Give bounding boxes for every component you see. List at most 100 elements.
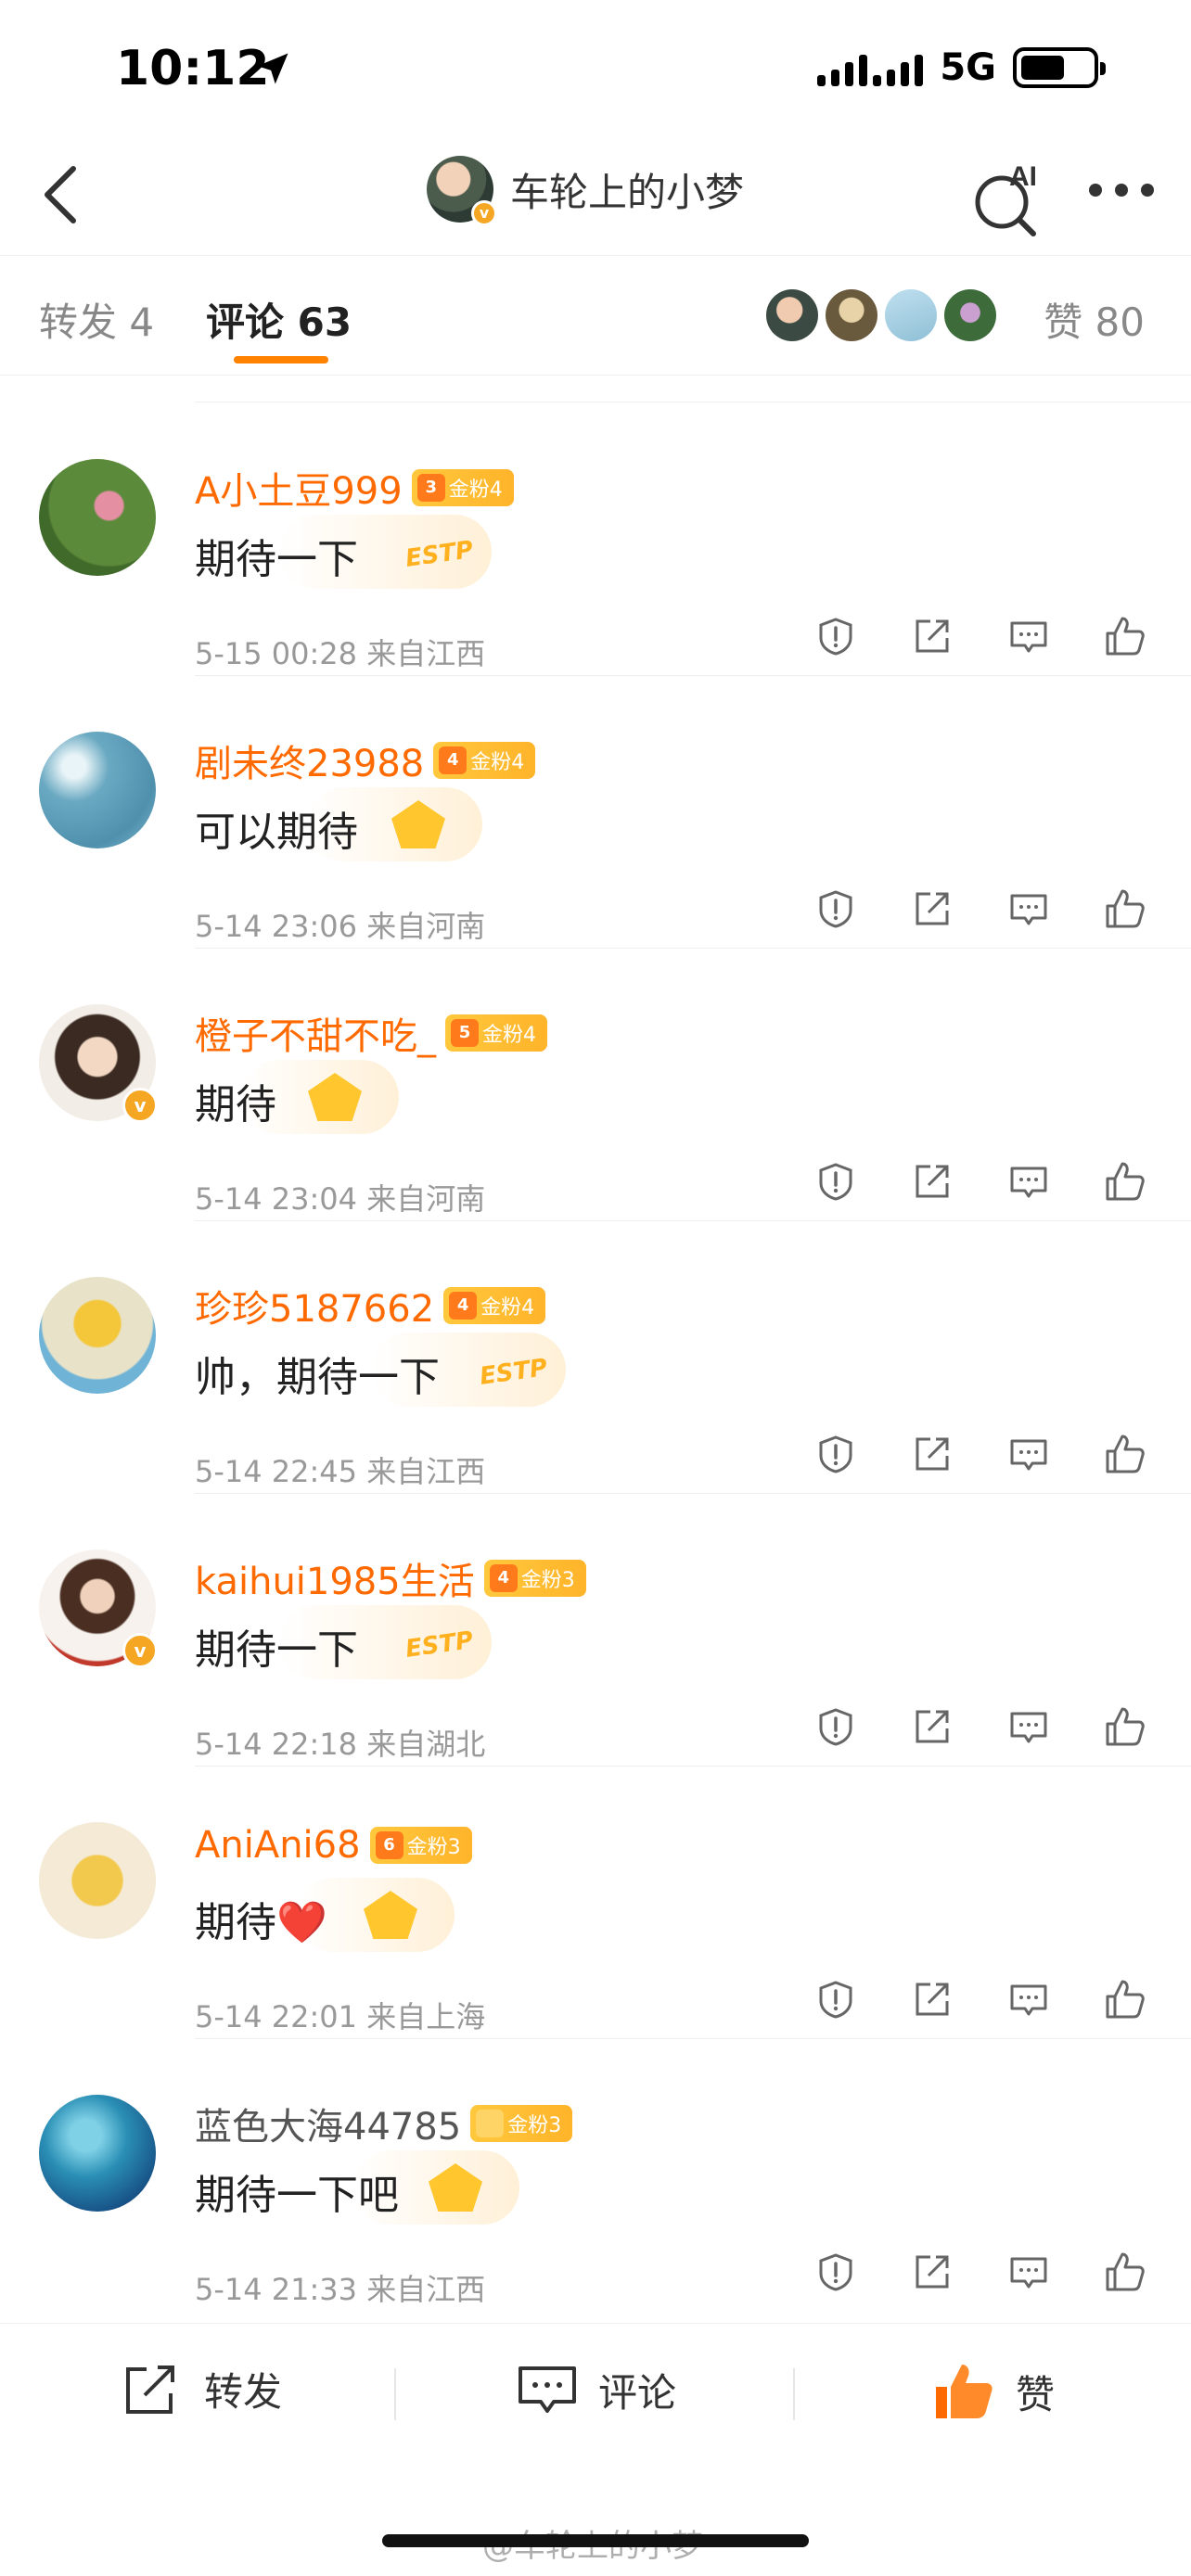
share-button[interactable] bbox=[911, 1433, 954, 1475]
report-icon bbox=[819, 890, 852, 928]
reply-button[interactable] bbox=[1007, 2251, 1050, 2293]
like-button[interactable] bbox=[1104, 1978, 1146, 2021]
comment-label: 评论 bbox=[598, 2369, 677, 2416]
gem-sticker-icon bbox=[429, 2163, 482, 2212]
comment-text[interactable]: 期待一下 bbox=[195, 526, 358, 585]
commenter-avatar[interactable] bbox=[39, 1822, 156, 1939]
reply-button[interactable] bbox=[1007, 887, 1050, 930]
fan-badge: 金粉3 bbox=[470, 2105, 573, 2142]
report-button[interactable] bbox=[814, 615, 857, 657]
fan-badge: 5 金粉4 bbox=[445, 1014, 547, 1052]
back-button[interactable] bbox=[28, 162, 93, 227]
thumbs-up-icon bbox=[1106, 2252, 1145, 2291]
author-avatar[interactable]: v bbox=[427, 156, 497, 226]
commenter-name[interactable]: AniAni68 bbox=[195, 1824, 361, 1867]
comment-list[interactable]: A小土豆999 3 金粉4 ESTP 期待一下 5-15 00:28 来自江西 剧… bbox=[0, 376, 1191, 2323]
comment-item[interactable]: 珍珍5187662 4 金粉4 ESTP 帅，期待一下 5-14 22:45 来自… bbox=[0, 1221, 1191, 1494]
comment-meta: 5-14 22:18 来自湖北 bbox=[195, 1727, 486, 1762]
reply-button[interactable] bbox=[1007, 1433, 1050, 1475]
commenter-avatar[interactable] bbox=[39, 732, 156, 848]
crown-icon: 4 bbox=[449, 1292, 478, 1320]
comment-meta: 5-14 23:06 来自河南 bbox=[195, 909, 486, 944]
comment-text[interactable]: 期待 bbox=[195, 1071, 276, 1130]
like-post-button[interactable]: 赞 bbox=[932, 2361, 1055, 2422]
comment-icon bbox=[519, 2366, 576, 2413]
liker-avatars[interactable] bbox=[766, 289, 996, 341]
comment-text[interactable]: 帅，期待一下 bbox=[195, 1344, 440, 1403]
comment-item[interactable]: 剧未终23988 4 金粉4 可以期待 5-14 23:06 来自河南 bbox=[0, 676, 1191, 949]
comment-item[interactable]: AniAni68 6 金粉3 期待❤️ 5-14 22:01 来自上海 bbox=[0, 1766, 1191, 2039]
author-header[interactable]: v 车轮上的小梦 bbox=[427, 156, 744, 226]
more-dot-icon bbox=[1141, 184, 1154, 197]
crown-icon: 5 bbox=[451, 1019, 479, 1047]
like-button[interactable] bbox=[1104, 887, 1146, 930]
like-button[interactable] bbox=[1104, 1160, 1146, 1203]
report-button[interactable] bbox=[814, 2251, 857, 2293]
fan-badge: 4 金粉4 bbox=[443, 1287, 546, 1324]
commenter-name[interactable]: A小土豆999 bbox=[195, 461, 403, 515]
report-button[interactable] bbox=[814, 1705, 857, 1748]
comment-text[interactable]: 可以期待 bbox=[195, 798, 358, 858]
fan-badge: 4 金粉4 bbox=[433, 742, 536, 779]
comment-button[interactable]: 评论 bbox=[515, 2361, 676, 2418]
comment-actions bbox=[814, 887, 1146, 930]
ai-search-button[interactable]: AI bbox=[968, 158, 1052, 241]
comment-item[interactable]: 蓝色大海44785 金粉3 期待一下吧 5-14 21:33 来自江西 bbox=[0, 2039, 1191, 2312]
comment-text[interactable]: 期待一下吧 bbox=[195, 2162, 399, 2221]
repost-label: 转发 bbox=[204, 2369, 283, 2415]
active-tab-indicator bbox=[234, 356, 328, 363]
reply-icon bbox=[1010, 1984, 1047, 2016]
commenter-name[interactable]: kaihui1985生活 bbox=[195, 1551, 475, 1605]
reply-button[interactable] bbox=[1007, 615, 1050, 657]
report-button[interactable] bbox=[814, 1160, 857, 1203]
fan-badge-label: 金粉4 bbox=[470, 751, 525, 774]
more-button[interactable] bbox=[1089, 181, 1154, 199]
tab-comment[interactable]: 评论 63 bbox=[206, 291, 352, 348]
commenter-name[interactable]: 珍珍5187662 bbox=[195, 1279, 434, 1333]
commenter-avatar[interactable]: v bbox=[39, 1549, 158, 1668]
fan-badge: 3 金粉4 bbox=[411, 469, 514, 506]
like-button[interactable] bbox=[1104, 615, 1146, 657]
commenter-avatar[interactable] bbox=[39, 459, 156, 576]
comment-text[interactable]: 期待❤️ bbox=[195, 1889, 327, 1948]
reply-button[interactable] bbox=[1007, 1978, 1050, 2021]
tab-like[interactable]: 赞 80 bbox=[1044, 291, 1145, 348]
report-button[interactable] bbox=[814, 1433, 857, 1475]
repost-icon bbox=[126, 2365, 174, 2414]
comment-item[interactable]: v 橙子不甜不吃_ 5 金粉4 期待 5-14 23:04 来自河南 bbox=[0, 949, 1191, 1221]
comment-item[interactable]: A小土豆999 3 金粉4 ESTP 期待一下 5-15 00:28 来自江西 bbox=[0, 403, 1191, 676]
tab-repost[interactable]: 转发 4 bbox=[39, 291, 154, 348]
share-button[interactable] bbox=[911, 1160, 954, 1203]
share-button[interactable] bbox=[911, 1978, 954, 2021]
share-button[interactable] bbox=[911, 1705, 954, 1748]
share-icon bbox=[916, 1437, 949, 1471]
repost-button[interactable]: 转发 bbox=[121, 2361, 282, 2417]
like-button[interactable] bbox=[1104, 1705, 1146, 1748]
reply-button[interactable] bbox=[1007, 1705, 1050, 1748]
share-button[interactable] bbox=[911, 887, 954, 930]
report-icon bbox=[819, 2253, 852, 2291]
commenter-name[interactable]: 蓝色大海44785 bbox=[195, 2097, 461, 2150]
share-button[interactable] bbox=[911, 2251, 954, 2293]
like-button[interactable] bbox=[1104, 1433, 1146, 1475]
share-button[interactable] bbox=[911, 615, 954, 657]
status-indicators: 5G bbox=[817, 46, 1106, 89]
author-name[interactable]: 车轮上的小梦 bbox=[510, 161, 744, 218]
report-icon bbox=[819, 618, 852, 656]
comment-item[interactable]: v kaihui1985生活 4 金粉3 ESTP 期待一下 5-14 22:18… bbox=[0, 1494, 1191, 1766]
commenter-avatar[interactable] bbox=[39, 1277, 156, 1394]
network-type: 5G bbox=[940, 46, 996, 89]
commenter-name-row: kaihui1985生活 4 金粉3 bbox=[195, 1551, 586, 1605]
commenter-name[interactable]: 剧未终23988 bbox=[195, 733, 424, 787]
commenter-avatar[interactable]: v bbox=[39, 1004, 158, 1123]
comment-text[interactable]: 期待一下 bbox=[195, 1616, 358, 1676]
report-button[interactable] bbox=[814, 887, 857, 930]
fan-badge-label: 金粉4 bbox=[448, 478, 503, 502]
commenter-name[interactable]: 橙子不甜不吃_ bbox=[195, 1006, 436, 1060]
like-button[interactable] bbox=[1104, 2251, 1146, 2293]
fan-badge: 6 金粉3 bbox=[369, 1827, 472, 1864]
home-indicator[interactable] bbox=[382, 2534, 809, 2547]
commenter-avatar[interactable] bbox=[39, 2095, 156, 2212]
reply-button[interactable] bbox=[1007, 1160, 1050, 1203]
report-button[interactable] bbox=[814, 1978, 857, 2021]
